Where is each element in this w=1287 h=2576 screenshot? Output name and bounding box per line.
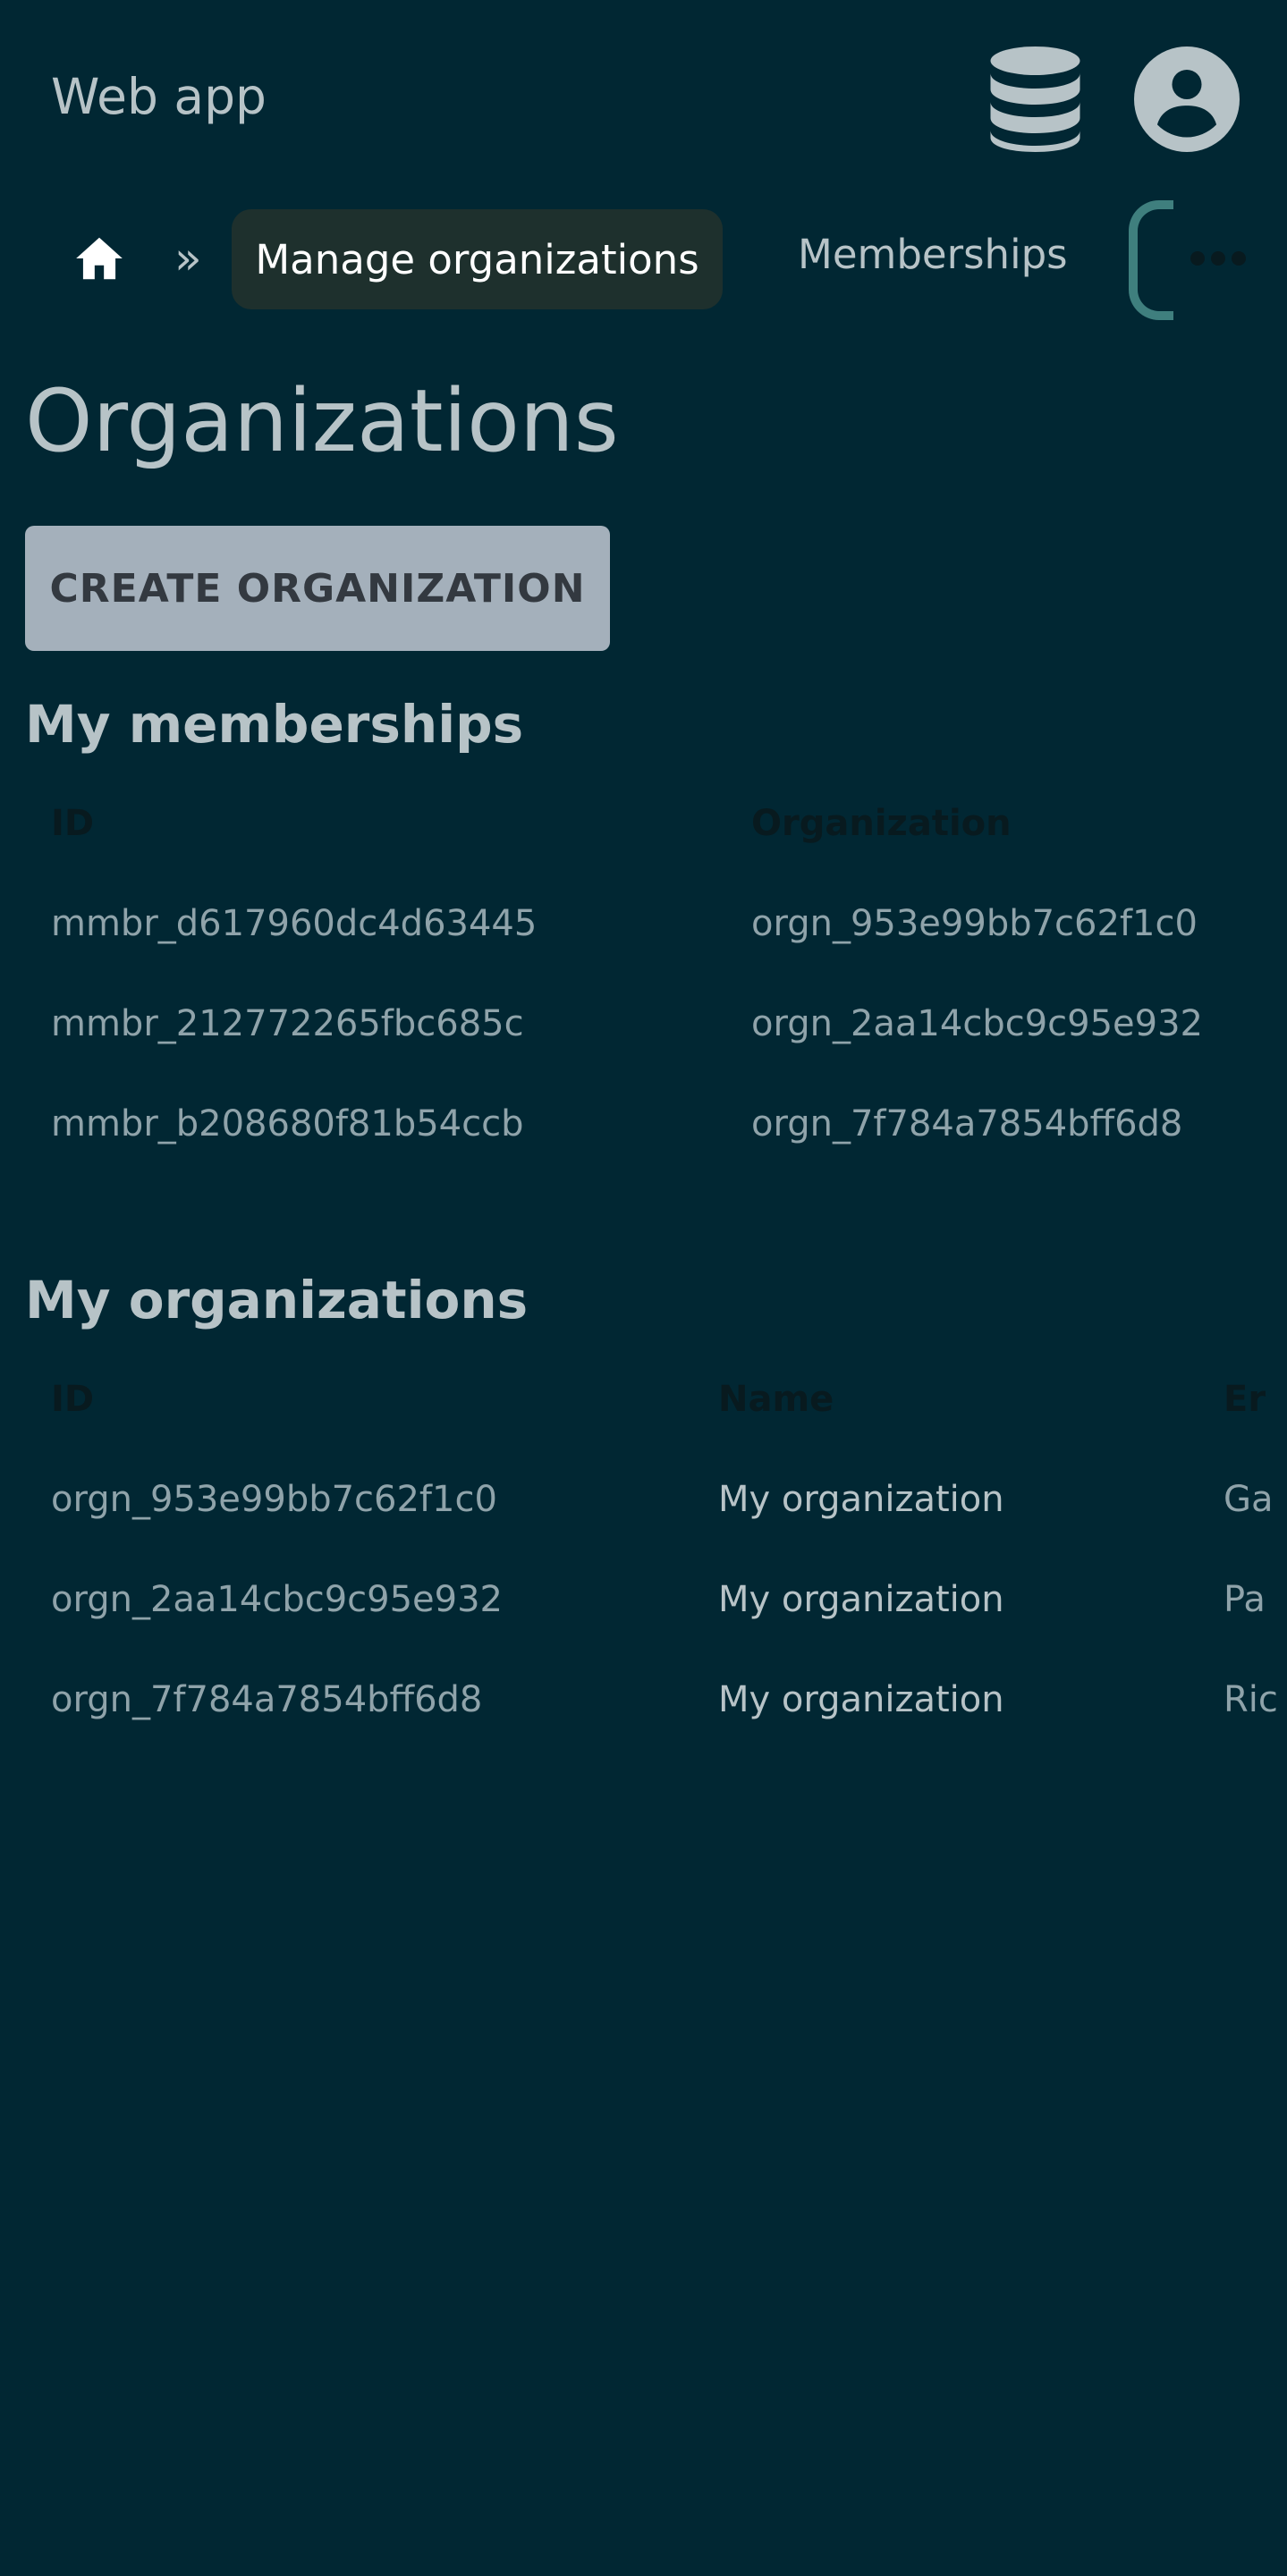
organizations-col-extra: Er [1223,1379,1266,1420]
organizations-col-id: ID [51,1379,95,1420]
home-icon[interactable] [72,231,127,286]
breadcrumb-separator: » [174,232,202,284]
account-circle-icon[interactable] [1134,46,1240,152]
memberships-title: My memberships [25,694,524,755]
membership-organization: orgn_7f784a7854bff6d8 [751,1103,1183,1144]
organizations-title: My organizations [25,1270,529,1330]
more-horizontal-icon[interactable] [1190,247,1247,270]
app-title: Web app [51,68,267,125]
membership-id: mmbr_d617960dc4d63445 [51,903,538,944]
organization-name: My organization [718,1479,1004,1520]
organization-name: My organization [718,1579,1004,1620]
create-organization-button[interactable]: CREATE ORGANIZATION [25,526,610,651]
membership-organization: orgn_953e99bb7c62f1c0 [751,903,1198,944]
membership-id: mmbr_b208680f81b54ccb [51,1103,524,1144]
organizations-col-name: Name [718,1379,834,1420]
organization-id: orgn_2aa14cbc9c95e932 [51,1579,503,1620]
organization-id: orgn_7f784a7854bff6d8 [51,1679,483,1720]
organization-extra: Pa [1223,1579,1266,1620]
nav-manage-organizations[interactable]: Manage organizations [232,209,723,309]
page: Web app » Manage organizations Membershi… [0,0,1287,2576]
memberships-col-organization: Organization [751,803,1012,844]
membership-organization: orgn_2aa14cbc9c95e932 [751,1003,1203,1044]
nav-overflow-edge [1129,200,1173,320]
organization-name: My organization [718,1679,1004,1720]
organization-extra: Ga [1223,1479,1274,1520]
nav-manage-organizations-label: Manage organizations [255,235,699,283]
nav-memberships[interactable]: Memberships [798,231,1068,278]
organization-id: orgn_953e99bb7c62f1c0 [51,1479,497,1520]
database-icon[interactable] [988,46,1082,152]
memberships-col-id: ID [51,803,95,844]
membership-id: mmbr_212772265fbc685c [51,1003,524,1044]
page-title: Organizations [25,371,619,471]
organization-extra: Ric [1223,1679,1278,1720]
